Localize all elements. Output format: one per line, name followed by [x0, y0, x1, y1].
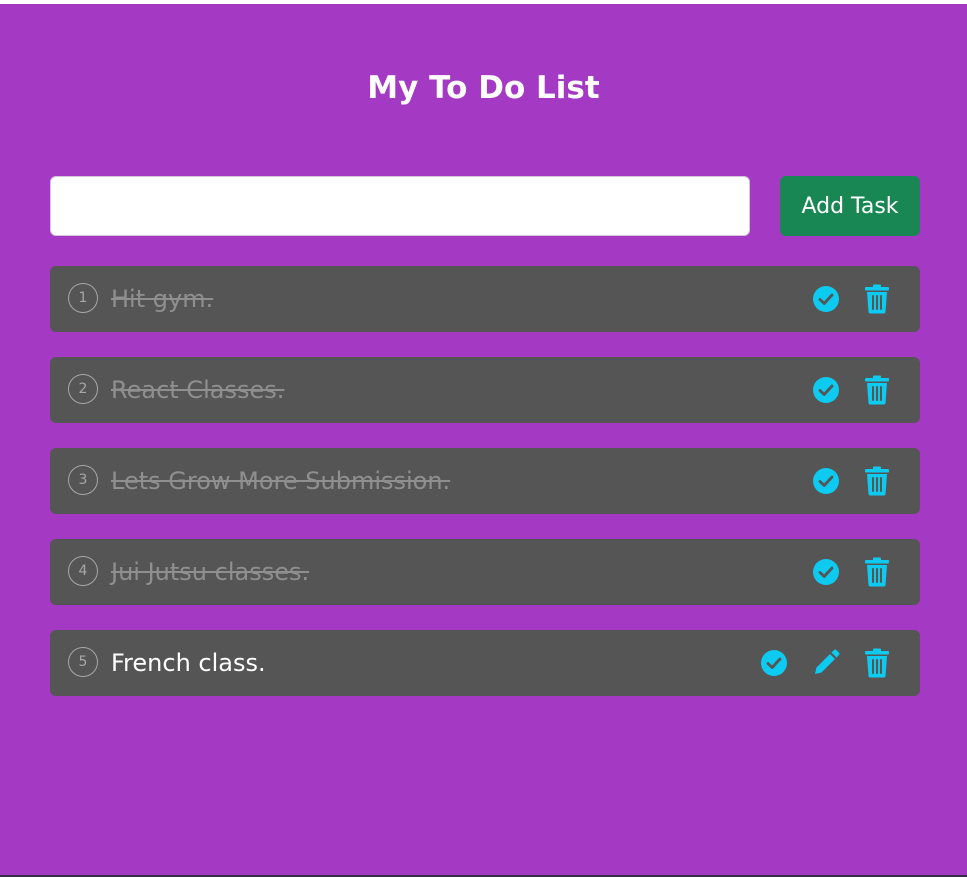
- trash-icon: [864, 284, 890, 314]
- task-text: Lets Grow More Submission.: [111, 467, 451, 495]
- delete-button[interactable]: [861, 647, 893, 679]
- task-text: Hit gym.: [111, 285, 214, 313]
- trash-icon: [864, 466, 890, 496]
- check-circle-icon: [760, 649, 788, 677]
- delete-button[interactable]: [861, 556, 893, 588]
- delete-button[interactable]: [861, 283, 893, 315]
- check-circle-icon: [812, 285, 840, 313]
- delete-button[interactable]: [861, 465, 893, 497]
- task-list: 1 Hit gym. 2 React Classes. 3 Lets Grow More …: [50, 266, 920, 721]
- task-row: 2 React Classes.: [50, 357, 920, 423]
- trash-icon: [864, 648, 890, 678]
- task-row: 1 Hit gym.: [50, 266, 920, 332]
- task-number-badge: 2: [68, 374, 98, 404]
- task-number-badge: 5: [68, 647, 98, 677]
- add-task-button[interactable]: Add Task: [780, 176, 920, 236]
- pencil-icon: [811, 648, 841, 678]
- trash-icon: [864, 557, 890, 587]
- todo-app: My To Do List Add Task 1 Hit gym. 2 React C…: [0, 4, 967, 877]
- task-text: Jui Jutsu classes.: [111, 558, 310, 586]
- delete-button[interactable]: [861, 374, 893, 406]
- task-number-badge: 3: [68, 465, 98, 495]
- check-circle-icon: [812, 376, 840, 404]
- task-row: 3 Lets Grow More Submission.: [50, 448, 920, 514]
- task-input[interactable]: [50, 176, 750, 236]
- task-text: React Classes.: [111, 376, 285, 404]
- complete-button[interactable]: [810, 556, 842, 588]
- complete-button[interactable]: [758, 647, 790, 679]
- task-row: 4 Jui Jutsu classes.: [50, 539, 920, 605]
- task-text: French class.: [111, 649, 266, 677]
- trash-icon: [864, 375, 890, 405]
- page-title: My To Do List: [367, 70, 600, 106]
- check-circle-icon: [812, 467, 840, 495]
- complete-button[interactable]: [810, 465, 842, 497]
- complete-button[interactable]: [810, 283, 842, 315]
- edit-button[interactable]: [810, 647, 842, 679]
- task-row: 5 French class.: [50, 630, 920, 696]
- complete-button[interactable]: [810, 374, 842, 406]
- task-number-badge: 1: [68, 283, 98, 313]
- check-circle-icon: [812, 558, 840, 586]
- task-number-badge: 4: [68, 556, 98, 586]
